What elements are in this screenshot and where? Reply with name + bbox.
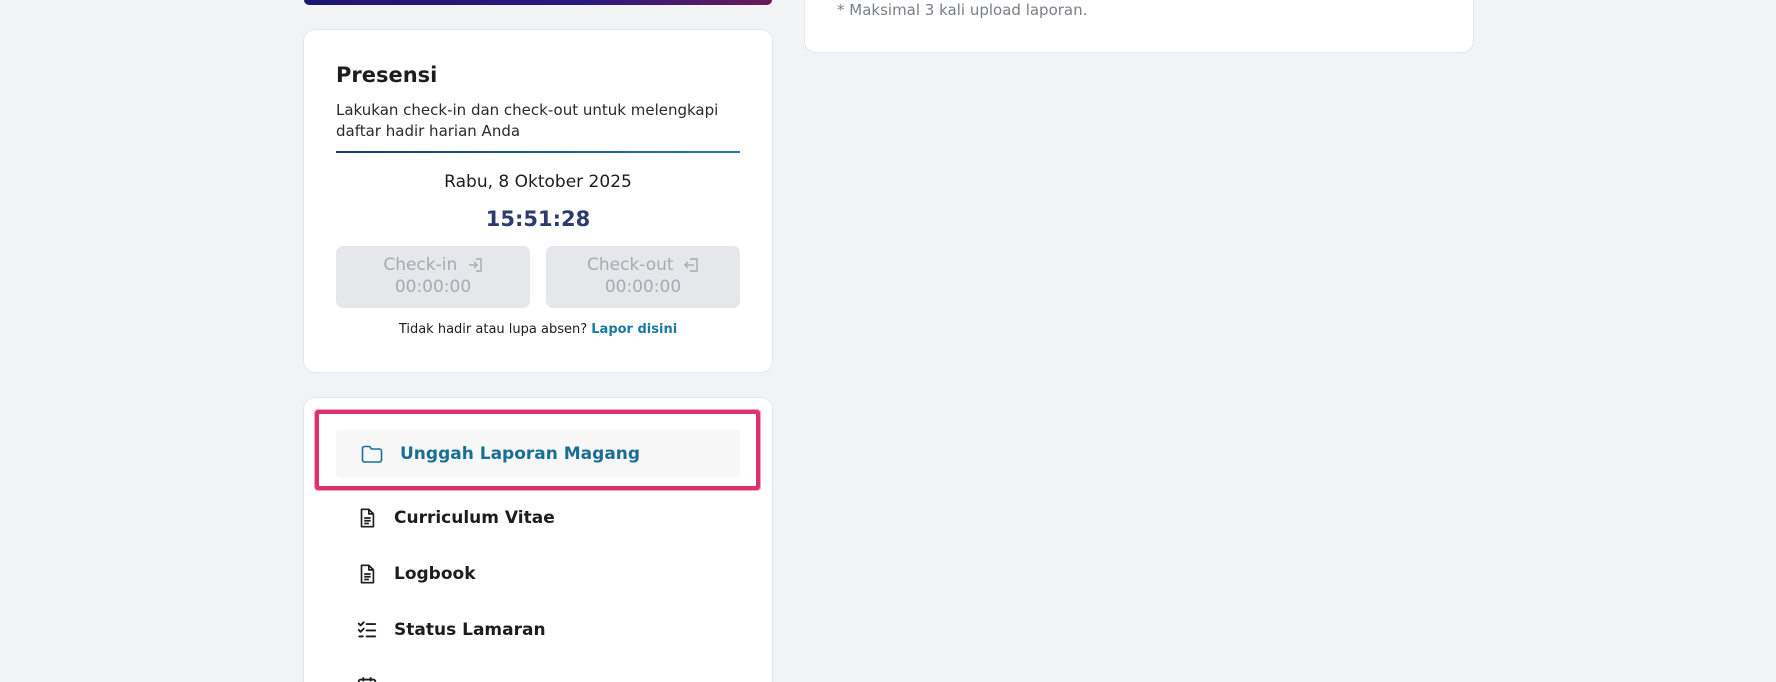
logout-icon [684,258,698,272]
absence-question: Tidak hadir atau lupa absen? [398,322,588,337]
document-icon [360,564,375,584]
top-gradient-bar [304,0,772,5]
check-in-label: Check-in [383,255,458,275]
highlight-frame [315,410,760,490]
menu-item-application-status[interactable]: Status Lamaran [336,606,740,654]
presensi-card: Presensi Lakukan check-in dan check-out … [303,29,773,373]
document-icon [360,508,375,528]
presensi-date: Rabu, 8 Oktober 2025 [444,172,632,192]
calendar-icon [357,677,377,682]
report-here-link[interactable]: Lapor disini [591,322,677,337]
check-out-label: Check-out [587,255,674,275]
presensi-title: Presensi [336,63,438,87]
check-out-time: 00:00:00 [604,277,682,297]
presensi-clock: 15:51:28 [485,207,591,231]
menu-item-partial[interactable] [336,662,740,682]
check-in-button[interactable]: Check-in 00:00:00 [336,246,530,308]
upload-limit-note: * Maksimal 3 kali upload laporan. [837,1,1088,19]
check-out-button[interactable]: Check-out 00:00:00 [546,246,740,308]
menu-card: Unggah Laporan Magang Curriculum Vitae L… [303,397,773,682]
menu-item-label: Logbook [394,564,476,584]
absence-report-text: Tidak hadir atau lupa absen? Lapor disin… [304,322,772,337]
presensi-description: Lakukan check-in dan check-out untuk mel… [336,101,719,140]
menu-item-curriculum-vitae[interactable]: Curriculum Vitae [336,494,740,542]
check-in-time: 00:00:00 [394,277,472,297]
menu-item-logbook[interactable]: Logbook [336,550,740,598]
menu-item-label: Curriculum Vitae [394,508,555,528]
checklist-icon [357,621,377,638]
login-icon [468,258,482,272]
menu-item-label: Status Lamaran [394,620,546,640]
presensi-divider [336,151,740,153]
upload-info-card: * Maksimal 3 kali upload laporan. [804,0,1474,53]
